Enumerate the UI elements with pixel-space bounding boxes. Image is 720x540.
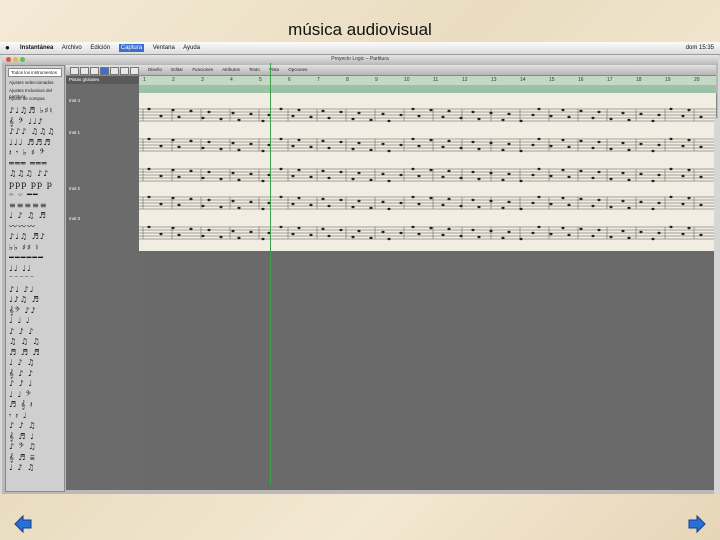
- window-title-text: Proyecto Logic – Partitura: [331, 56, 389, 62]
- score-staves: [139, 107, 716, 241]
- vertical-scrollbar[interactable]: [714, 118, 720, 494]
- bar-number: 13: [491, 77, 497, 83]
- menu-funciones[interactable]: Funciones: [192, 67, 213, 72]
- bar-number: 10: [404, 77, 410, 83]
- menu-bar: ● Instantánea Archivo Edición Captura Ve…: [0, 42, 720, 55]
- menu-opciones[interactable]: Opciones: [288, 67, 307, 72]
- part-box-sidebar: Todos los instrumentos Ajustes seleccion…: [5, 65, 65, 492]
- bar-number: 15: [549, 77, 555, 83]
- menubar-clock: dom 15:35: [685, 45, 714, 51]
- bar-number: 5: [259, 77, 262, 83]
- score-area[interactable]: [139, 93, 717, 251]
- score-toolbar: Diseño Editar Funciones Atributos Texto …: [66, 65, 716, 76]
- menu-atributos[interactable]: Atributos: [222, 67, 240, 72]
- toolbar-button[interactable]: [120, 67, 129, 75]
- bar-number: 9: [375, 77, 378, 83]
- menu-captura[interactable]: Captura: [118, 44, 145, 52]
- apple-icon[interactable]: ●: [5, 42, 10, 54]
- menu-edicion[interactable]: Edición: [90, 45, 110, 51]
- toolbar-button[interactable]: [110, 67, 119, 75]
- bar-number: 1: [143, 77, 146, 83]
- back-arrow-icon[interactable]: [13, 514, 33, 534]
- bar-number: 19: [665, 77, 671, 83]
- bar-number: 8: [346, 77, 349, 83]
- bar-number: 14: [520, 77, 526, 83]
- bar-number: 12: [462, 77, 468, 83]
- bar-number: 7: [317, 77, 320, 83]
- bar-number: 3: [201, 77, 204, 83]
- menu-ayuda[interactable]: Ayuda: [183, 45, 200, 51]
- playhead[interactable]: [270, 63, 271, 486]
- toolbar-button[interactable]: [70, 67, 79, 75]
- screenshot: ● Instantánea Archivo Edición Captura Ve…: [0, 42, 720, 494]
- bar-number: 18: [636, 77, 642, 83]
- menu-archivo[interactable]: Archivo: [62, 45, 82, 51]
- instrument-selector[interactable]: Todos los instrumentos: [8, 68, 62, 77]
- bar-number: 2: [172, 77, 175, 83]
- bar-number: 4: [230, 77, 233, 83]
- toolbar-button[interactable]: [90, 67, 99, 75]
- menu-texto[interactable]: Texto: [249, 67, 260, 72]
- menu-diseno[interactable]: Diseño: [148, 67, 162, 72]
- empty-editor-area[interactable]: [139, 251, 716, 490]
- bar-number: 11: [433, 77, 439, 83]
- bar-number: 16: [578, 77, 584, 83]
- track-name[interactable]: Inst 2: [66, 186, 80, 191]
- toolbar-button[interactable]: [100, 67, 109, 75]
- window-title: Proyecto Logic – Partitura: [2, 55, 718, 64]
- logic-window: Proyecto Logic – Partitura Todos los ins…: [2, 55, 720, 494]
- sidebar-section[interactable]: Ajustes Inclusivos del partitura: [6, 87, 64, 99]
- menu-editar[interactable]: Editar: [171, 67, 183, 72]
- slide-title: música audiovisual: [288, 20, 432, 39]
- notation-symbol-palette[interactable]: ♪♩♫♬ ♭♯♮ 𝄞 𝄢 ♩♩♪ ♪♪♪ ♫♫♫ ♩♩♩ ♬♬♬ 𝄽 𝄾 ♭ ♯…: [9, 106, 61, 486]
- marker-lane[interactable]: [139, 85, 716, 93]
- track-name[interactable]: Inst 3: [66, 216, 80, 221]
- bar-number: 6: [288, 77, 291, 83]
- toolbar-button[interactable]: [130, 67, 139, 75]
- sidebar-section[interactable]: Ajustes seleccionados: [6, 79, 64, 87]
- track-name[interactable]: Inst 1: [66, 130, 80, 135]
- track-name[interactable]: Inst 4: [66, 98, 80, 103]
- track-list: Pistas globales Inst 4 Inst 1 Inst 2 Ins…: [66, 76, 139, 490]
- menu-app[interactable]: Instantánea: [20, 45, 53, 51]
- menu-ventana[interactable]: Ventana: [153, 45, 175, 51]
- toolbar-button[interactable]: [80, 67, 89, 75]
- global-tracks-header[interactable]: Pistas globales: [66, 76, 139, 84]
- bar-number: 20: [694, 77, 700, 83]
- sidebar-section[interactable]: Ajuste de compas: [6, 95, 64, 103]
- bar-number: 17: [607, 77, 613, 83]
- forward-arrow-icon[interactable]: [687, 514, 707, 534]
